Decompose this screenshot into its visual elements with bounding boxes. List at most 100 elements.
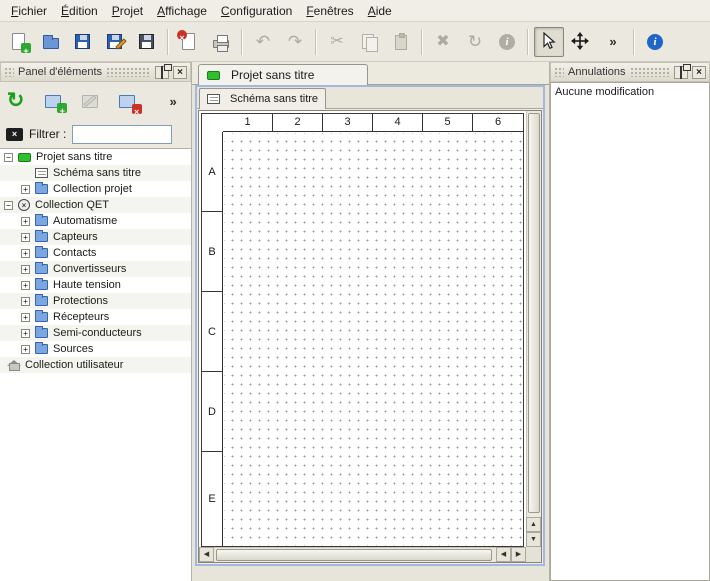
toolbar-overflow-button[interactable]: » [598, 27, 628, 57]
expand-toggle-icon[interactable]: + [21, 297, 30, 306]
filter-input[interactable] [72, 125, 172, 144]
expand-toggle-icon[interactable]: + [21, 281, 30, 290]
save-as-button[interactable] [100, 27, 130, 57]
tree-item-collection-utilisateur[interactable]: Collection utilisateur [0, 357, 191, 373]
schema-grid-canvas[interactable] [224, 133, 523, 546]
tree-item-recepteurs[interactable]: + Récepteurs [0, 309, 191, 325]
about-button[interactable]: i [640, 27, 670, 57]
tree-item-automatisme[interactable]: + Automatisme [0, 213, 191, 229]
redo-button[interactable]: ↷ [280, 27, 310, 57]
tree-item-protections[interactable]: + Protections [0, 293, 191, 309]
column-label: 5 [423, 114, 473, 131]
close-file-button[interactable] [174, 27, 204, 57]
delete-button[interactable]: ✖ [428, 27, 458, 57]
reload-collections-button[interactable]: ↻ [4, 86, 32, 116]
print-button[interactable] [206, 27, 236, 57]
open-folder-icon [41, 32, 61, 52]
float-panel-button[interactable] [155, 66, 169, 79]
elements-panel-titlebar[interactable]: Panel d'éléments × [0, 62, 191, 82]
float-panel-button[interactable] [674, 66, 688, 79]
tree-item-sources[interactable]: + Sources [0, 341, 191, 357]
tree-item-collection-qet[interactable]: − × Collection QET [0, 197, 191, 213]
new-element-button[interactable] [41, 86, 69, 116]
delete-element-button[interactable] [114, 86, 142, 116]
horizontal-scrollbar[interactable]: ◀ ◀ ▶ [199, 547, 526, 562]
tree-item-haute-tension[interactable]: + Haute tension [0, 277, 191, 293]
expand-toggle-icon[interactable]: + [21, 329, 30, 338]
expand-toggle-icon[interactable]: + [21, 265, 30, 274]
tree-item-schema[interactable]: Schéma sans titre [0, 165, 191, 181]
undo-button[interactable]: ↶ [248, 27, 278, 57]
edit-element-icon [80, 90, 102, 112]
save-all-button[interactable] [132, 27, 162, 57]
collapse-toggle-icon[interactable]: − [4, 153, 13, 162]
expand-toggle-icon[interactable]: + [21, 313, 30, 322]
menu-affichage[interactable]: Affichage [150, 1, 214, 21]
elements-tree: − Projet sans titre Schéma sans titre + … [0, 148, 191, 581]
copy-button[interactable] [354, 27, 384, 57]
undo-empty-message: Aucune modification [551, 83, 709, 101]
undo-history-list[interactable]: Aucune modification [550, 82, 710, 581]
tree-item-label: Collection utilisateur [25, 359, 123, 371]
selection-mode-button[interactable] [534, 27, 564, 57]
scroll-down-button[interactable]: ▼ [526, 532, 541, 547]
expand-toggle-icon[interactable]: + [21, 345, 30, 354]
vertical-scrollbar-thumb[interactable] [528, 113, 540, 513]
expand-toggle-icon[interactable]: + [21, 249, 30, 258]
vertical-scrollbar[interactable]: ▲ ▼ [526, 111, 541, 547]
tree-item-convertisseurs[interactable]: + Convertisseurs [0, 261, 191, 277]
undo-dock-titlebar[interactable]: Annulations × [550, 62, 710, 82]
new-document-icon [9, 32, 29, 52]
edit-element-button[interactable] [77, 86, 105, 116]
horizontal-scrollbar-thumb[interactable] [216, 549, 492, 561]
menu-edition[interactable]: Édition [54, 1, 105, 21]
menu-aide[interactable]: Aide [361, 1, 399, 21]
menu-fenetres[interactable]: Fenêtres [299, 1, 360, 21]
folder-icon [35, 264, 48, 274]
tree-item-collection-projet[interactable]: + Collection projet [0, 181, 191, 197]
tree-item-contacts[interactable]: + Contacts [0, 245, 191, 261]
collapse-toggle-icon[interactable]: − [4, 201, 13, 210]
new-document-button[interactable] [4, 27, 34, 57]
open-project-button[interactable] [36, 27, 66, 57]
clear-filter-icon[interactable]: × [6, 128, 23, 141]
rotate-button[interactable]: ↻ [460, 27, 490, 57]
diagram-view: 1 2 3 4 5 6 A B C D E [198, 110, 542, 563]
dock-grip [106, 67, 151, 77]
tree-item-semi-conducteurs[interactable]: + Semi-conducteurs [0, 325, 191, 341]
menu-projet[interactable]: Projet [105, 1, 150, 21]
folder-icon [35, 328, 48, 338]
menu-configuration[interactable]: Configuration [214, 1, 299, 21]
diagram-viewport[interactable]: 1 2 3 4 5 6 A B C D E [199, 111, 526, 547]
tree-item-label: Schéma sans titre [53, 167, 141, 179]
scroll-right-button[interactable]: ▶ [511, 547, 526, 562]
close-panel-button[interactable]: × [692, 66, 706, 79]
schema-tab-label: Schéma sans titre [230, 93, 318, 105]
pan-mode-button[interactable] [566, 27, 596, 57]
toolbar-separator [421, 29, 423, 55]
save-icon [73, 32, 93, 52]
project-icon [18, 153, 31, 162]
element-info-button[interactable]: i [492, 27, 522, 57]
row-label: E [202, 452, 222, 546]
row-label: A [202, 132, 222, 212]
project-tab[interactable]: Projet sans titre [198, 64, 368, 85]
save-as-icon [105, 32, 125, 52]
cut-button[interactable]: ✂ [322, 27, 352, 57]
save-button[interactable] [68, 27, 98, 57]
cut-icon: ✂ [330, 32, 343, 52]
expand-toggle-icon[interactable]: + [21, 217, 30, 226]
tree-item-project[interactable]: − Projet sans titre [0, 149, 191, 165]
scroll-up-button[interactable]: ▲ [526, 517, 541, 532]
tree-item-capteurs[interactable]: + Capteurs [0, 229, 191, 245]
menu-fichier[interactable]: Fichier [4, 1, 54, 21]
paste-button[interactable] [386, 27, 416, 57]
save-all-icon [137, 32, 157, 52]
expand-toggle-icon[interactable]: + [21, 233, 30, 242]
panel-overflow-button[interactable]: » [159, 86, 187, 116]
scroll-left-button-2[interactable]: ◀ [496, 547, 511, 562]
close-panel-button[interactable]: × [173, 66, 187, 79]
scroll-left-button[interactable]: ◀ [199, 547, 214, 562]
schema-tab[interactable]: Schéma sans titre [199, 88, 326, 109]
expand-toggle-icon[interactable]: + [21, 185, 30, 194]
